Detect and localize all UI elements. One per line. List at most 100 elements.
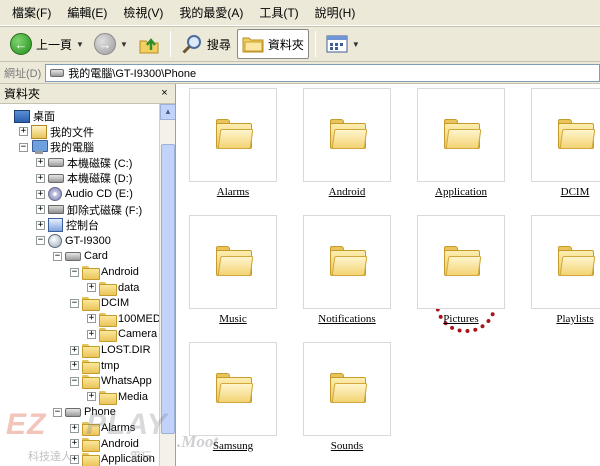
folder-item[interactable]: DCIM [521,88,600,208]
folder-name[interactable]: Sounds [293,440,401,452]
views-button[interactable]: ▼ [322,29,364,59]
tree-item[interactable]: + Camera [87,326,157,343]
menu-view[interactable]: 檢視(V) [115,2,171,23]
menu-favorites[interactable]: 我的最愛(A) [171,2,251,23]
folder-name[interactable]: Alarms [179,186,287,198]
expand-icon[interactable]: + [70,361,79,371]
tree-item[interactable]: − WhatsApp [70,373,152,390]
tree-item[interactable]: + 控制台 [36,217,99,233]
folder-item[interactable]: Music [179,215,279,335]
folder-thumbnail[interactable] [417,88,505,182]
collapse-icon[interactable]: − [70,298,79,308]
tree-item[interactable]: + 本機磁碟 (C:) [36,155,132,171]
expand-icon[interactable]: + [87,283,96,293]
folder-name[interactable]: Android [293,186,401,198]
menu-file[interactable]: 檔案(F) [4,2,59,23]
folder-thumbnail[interactable] [189,342,277,436]
tree-item[interactable]: + data [87,280,139,296]
expand-icon[interactable]: + [19,127,28,137]
tree-item[interactable]: + 本機磁碟 (D:) [36,170,132,186]
tree-item[interactable]: + 卸除式磁碟 (F:) [36,202,142,218]
collapse-icon[interactable]: − [19,142,28,152]
tree-item[interactable]: − Card [53,248,108,264]
folder-item[interactable]: Sounds [293,342,393,462]
folder-name[interactable]: Samsung [179,440,287,452]
collapse-icon[interactable]: − [70,376,79,386]
tree-item-label: WhatsApp [101,375,152,388]
vertical-scrollbar[interactable]: ▲ [159,104,175,466]
tree-item[interactable]: + Audio CD (E:) [36,186,133,202]
folder-thumbnail[interactable] [531,88,600,182]
folder-thumbnail[interactable] [303,342,391,436]
tree-item[interactable]: + Application [70,451,155,466]
expand-icon[interactable]: + [36,189,45,199]
folder-item[interactable]: Android [293,88,393,208]
menu-bar: 檔案(F) 編輯(E) 檢視(V) 我的最愛(A) 工具(T) 說明(H) [0,0,600,26]
folder-item[interactable]: Alarms [179,88,279,208]
chevron-down-icon[interactable]: ▼ [352,40,360,49]
forward-button[interactable]: → ▼ [90,29,132,59]
tree-item[interactable]: − Phone [53,404,116,420]
scroll-up-icon[interactable]: ▲ [160,104,175,120]
tree-item[interactable]: + tmp [70,358,119,374]
folder-thumbnail[interactable] [303,215,391,309]
tree-item[interactable]: + Android [70,436,139,452]
expand-icon[interactable]: + [36,205,45,215]
tree-item-label: 桌面 [33,111,55,123]
expand-icon[interactable]: + [70,345,79,355]
tree-item[interactable]: + Alarms [70,420,135,436]
folder-item[interactable]: Notifications [293,215,393,335]
desktop-icon [14,109,30,123]
collapse-icon[interactable]: − [53,407,62,417]
tree-item[interactable]: − 我的電腦 [19,139,94,155]
folder-name[interactable]: DCIM [521,186,600,198]
tree-item[interactable]: 桌面 [2,108,55,124]
folders-button[interactable]: 資料夾 [236,29,309,59]
folder-item[interactable]: Playlists [521,215,600,335]
folder-item[interactable]: Pictures [407,215,507,335]
collapse-icon[interactable]: − [36,236,45,246]
expand-icon[interactable]: + [70,439,79,449]
expand-icon[interactable]: + [36,173,45,183]
folder-icon [99,281,117,296]
back-button[interactable]: ← 上一頁 ▼ [6,29,88,59]
tree-item[interactable]: + LOST.DIR [70,342,151,358]
chevron-down-icon[interactable]: ▼ [76,40,84,49]
menu-edit[interactable]: 編輯(E) [59,2,115,23]
folder-thumbnail[interactable] [189,88,277,182]
folder-name[interactable]: Music [179,313,287,325]
folder-name[interactable]: Application [407,186,515,198]
collapse-icon[interactable]: − [53,251,62,261]
chevron-down-icon[interactable]: ▼ [120,40,128,49]
menu-tools[interactable]: 工具(T) [251,2,306,23]
tree-item[interactable]: − GT-I9300 [36,233,111,249]
up-folder-button[interactable] [134,29,164,59]
address-bar: 網址(D) 我的電腦\GT-I9300\Phone [0,62,600,84]
search-button[interactable]: 搜尋 [177,29,235,59]
expand-icon[interactable]: + [36,158,45,168]
menu-help[interactable]: 說明(H) [307,2,364,23]
folder-item[interactable]: Samsung [179,342,279,462]
expand-icon[interactable]: + [70,423,79,433]
folder-thumbnail[interactable] [417,215,505,309]
folder-name[interactable]: Pictures [407,313,515,325]
folder-thumbnail[interactable] [531,215,600,309]
collapse-icon[interactable]: − [70,267,79,277]
expand-icon[interactable]: + [87,329,96,339]
folder-thumbnail[interactable] [189,215,277,309]
tree-item[interactable]: + 我的文件 [19,124,94,140]
scrollbar-thumb[interactable] [161,144,175,434]
expand-icon[interactable]: + [70,454,79,464]
folder-name[interactable]: Playlists [521,313,600,325]
expand-icon[interactable]: + [87,314,96,324]
folder-name[interactable]: Notifications [293,313,401,325]
expand-icon[interactable]: + [87,392,96,402]
tree-item[interactable]: − DCIM [70,295,129,312]
address-field[interactable]: 我的電腦\GT-I9300\Phone [45,63,600,82]
folder-thumbnail[interactable] [303,88,391,182]
close-icon[interactable]: × [158,87,171,100]
expand-icon[interactable]: + [36,220,45,230]
tree-item[interactable]: + Media [87,389,148,405]
folder-item[interactable]: Application [407,88,507,208]
tree-item[interactable]: − Android [70,264,139,280]
